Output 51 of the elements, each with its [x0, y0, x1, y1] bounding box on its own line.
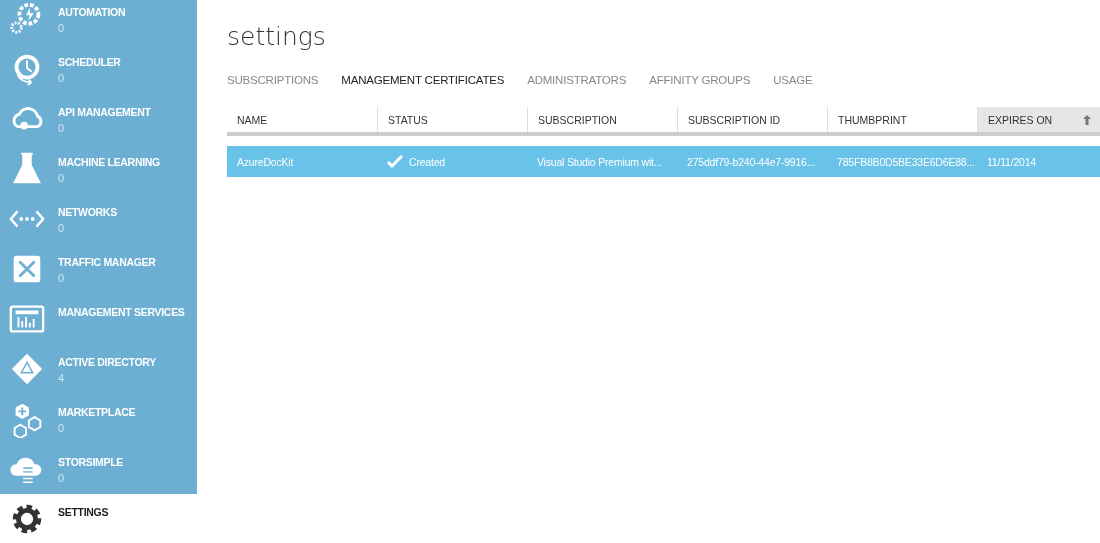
tab[interactable]: MANAGEMENT CERTIFICATES: [341, 74, 505, 86]
sidebar-item[interactable]: TRAFFIC MANAGER 0: [0, 244, 197, 294]
item-label: STORSIMPLE: [58, 456, 124, 468]
table-cell: 785FB8B0D5BE33E6D6E88...: [837, 155, 975, 168]
item-count: 0: [58, 22, 66, 34]
table-cell: Visual Studio Premium wit...: [537, 155, 662, 168]
tab[interactable]: USAGE: [773, 74, 813, 86]
sidebar-item[interactable]: ACTIVE DIRECTORY 4: [0, 344, 197, 394]
item-label: API MANAGEMENT: [58, 106, 151, 118]
item-count: 0: [58, 122, 66, 134]
item-count: 0: [58, 272, 66, 284]
sidebar-item[interactable]: MARKETPLACE 0: [0, 394, 197, 444]
column-header[interactable]: EXPIRES ON: [977, 107, 1100, 132]
sidebar-item[interactable]: SCHEDULER 0: [0, 44, 197, 94]
item-count: 0: [58, 472, 66, 484]
item-label: SETTINGS: [58, 506, 109, 518]
column-header[interactable]: NAME: [227, 107, 377, 132]
table-cell: AzureDocKit: [237, 155, 294, 168]
item-count: 4: [58, 372, 66, 384]
tab[interactable]: SUBSCRIPTIONS: [227, 74, 319, 86]
page-title: settings: [227, 22, 327, 51]
column-header[interactable]: STATUS: [377, 107, 527, 132]
sidebar-item[interactable]: AUTOMATION 0: [0, 0, 197, 44]
item-label: MANAGEMENT SERVICES: [58, 306, 185, 318]
table-cell: 11/11/2014: [987, 155, 1036, 168]
table-row[interactable]: AzureDocKit Created Visual Studio Premium wit... 275ddf79-b240-44e7-9916... 785FB8B0D5BE33E6D6E88... 11/11/2014: [227, 146, 1100, 177]
column-header[interactable]: SUBSCRIPTION ID: [677, 107, 827, 132]
sidebar-item[interactable]: SETTINGS: [0, 494, 197, 543]
item-count: 0: [58, 422, 66, 434]
item-label: NETWORKS: [58, 206, 117, 218]
column-header[interactable]: SUBSCRIPTION: [527, 107, 677, 132]
tab[interactable]: AFFINITY GROUPS: [649, 74, 751, 86]
sort-arrow-icon: [1082, 114, 1092, 125]
item-count: 0: [58, 72, 66, 84]
item-count: 0: [58, 172, 66, 184]
item-label: ACTIVE DIRECTORY: [58, 356, 156, 368]
item-label: SCHEDULER: [58, 56, 121, 68]
item-label: MARKETPLACE: [58, 406, 136, 418]
table-cell: Created: [409, 155, 445, 168]
item-label: AUTOMATION: [58, 6, 126, 18]
sidebar-item[interactable]: STORSIMPLE 0: [0, 444, 197, 494]
sidebar-item[interactable]: NETWORKS 0: [0, 194, 197, 244]
sidebar-item[interactable]: MANAGEMENT SERVICES: [0, 294, 197, 344]
item-label: MACHINE LEARNING: [58, 156, 160, 168]
table-cell: 275ddf79-b240-44e7-9916...: [687, 155, 815, 168]
sidebar-item[interactable]: MACHINE LEARNING 0: [0, 144, 197, 194]
sidebar-item[interactable]: API MANAGEMENT 0: [0, 94, 197, 144]
checkmark-icon: [387, 155, 403, 168]
item-count: 0: [58, 222, 66, 234]
item-label: TRAFFIC MANAGER: [58, 256, 156, 268]
tab[interactable]: ADMINISTRATORS: [527, 74, 627, 86]
